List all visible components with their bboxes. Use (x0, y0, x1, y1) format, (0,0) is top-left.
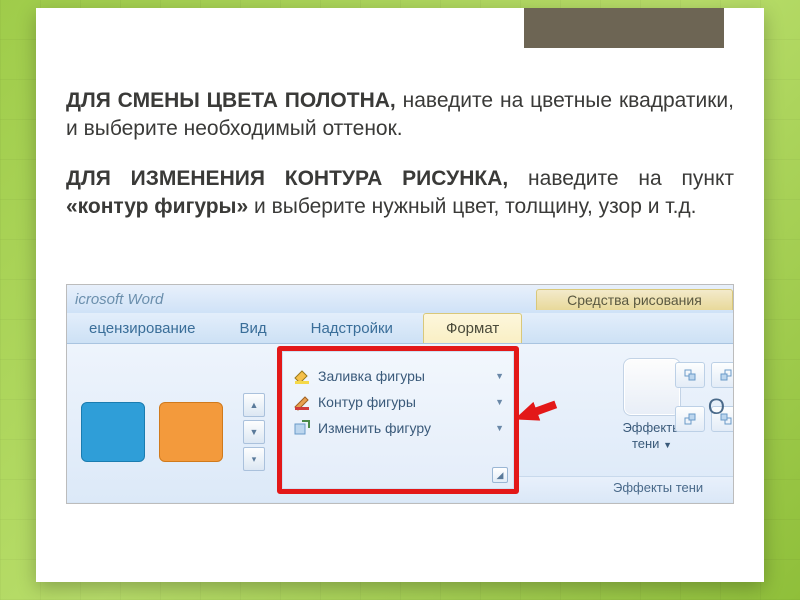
accent-bar (524, 8, 724, 48)
nudge-buttons-top (675, 362, 734, 388)
style-swatch-blue[interactable] (81, 402, 145, 462)
nudge-button[interactable] (675, 362, 705, 388)
shape-outline-label: Контур фигуры (318, 394, 416, 410)
dropdown-icon: ▼ (495, 371, 504, 381)
style-swatch-orange[interactable] (159, 402, 223, 462)
paragraph-2: ДЛЯ ИЗМЕНЕНИЯ КОНТУРА РИСУНКА, наведите … (66, 165, 734, 222)
word-ribbon-screenshot: icrosoft Word Средства рисования ецензир… (66, 284, 734, 504)
cropped-text: О (708, 394, 725, 420)
ribbon-tabs: ецензирование Вид Надстройки Формат (67, 313, 733, 344)
change-shape-button[interactable]: Изменить фигуру ▼ (290, 415, 506, 441)
title-bar: icrosoft Word Средства рисования (67, 285, 733, 313)
p2-mid2: и выберите нужный цвет, толщину, узор и … (248, 195, 696, 218)
p2-mid1: наведите на пункт (508, 167, 734, 190)
gallery-more-button[interactable]: ▾ (243, 447, 265, 471)
change-shape-label: Изменить фигуру (318, 420, 431, 436)
gallery-scroll: ▲ ▼ ▾ (243, 393, 265, 471)
shadow-effects-button[interactable] (623, 358, 681, 416)
nudge-buttons-bottom (675, 406, 734, 432)
nudge-button[interactable] (711, 362, 734, 388)
tab-view[interactable]: Вид (217, 314, 288, 343)
dialog-launcher-button[interactable]: ◢ (492, 467, 508, 483)
ribbon-body: ▲ ▼ ▾ Заливка фигуры ▼ (67, 344, 733, 502)
app-title: icrosoft Word (67, 291, 323, 308)
contextual-tab-label: Средства рисования (536, 289, 733, 310)
shape-fill-label: Заливка фигуры (318, 368, 425, 384)
slide-card: ДЛЯ СМЕНЫ ЦВЕТА ПОЛОТНА, наведите на цве… (36, 8, 764, 582)
shape-fill-button[interactable]: Заливка фигуры ▼ (290, 363, 506, 389)
nudge-button[interactable] (675, 406, 705, 432)
p2-bold2: «контур фигуры» (66, 195, 248, 218)
slide-background: ДЛЯ СМЕНЫ ЦВЕТА ПОЛОТНА, наведите на цве… (0, 0, 800, 600)
shape-menu-items: Заливка фигуры ▼ Контур фигуры ▼ (282, 351, 514, 441)
text-content: ДЛЯ СМЕНЫ ЦВЕТА ПОЛОТНА, наведите на цве… (66, 66, 734, 242)
dropdown-icon: ▼ (495, 397, 504, 407)
gallery-up-button[interactable]: ▲ (243, 393, 265, 417)
dropdown-icon: ▼ (495, 423, 504, 433)
shadow-effects-label: Эффектытени ▼ (622, 420, 681, 451)
p2-bold1: ДЛЯ ИЗМЕНЕНИЯ КОНТУРА РИСУНКА, (66, 167, 508, 190)
paragraph-1: ДЛЯ СМЕНЫ ЦВЕТА ПОЛОТНА, наведите на цве… (66, 87, 734, 144)
group-footer-label: Эффекты тени (519, 476, 733, 502)
tab-format[interactable]: Формат (423, 313, 522, 343)
shape-outline-button[interactable]: Контур фигуры ▼ (290, 389, 506, 415)
shape-styles-gallery: ▲ ▼ ▾ (67, 344, 279, 502)
tab-addins[interactable]: Надстройки (289, 314, 415, 343)
gallery-down-button[interactable]: ▼ (243, 420, 265, 444)
tab-review[interactable]: ецензирование (67, 314, 217, 343)
pencil-icon (292, 393, 312, 411)
paint-bucket-icon (292, 367, 312, 385)
shadow-effects-group: Эффектытени ▼ (567, 352, 734, 490)
p1-bold: ДЛЯ СМЕНЫ ЦВЕТА ПОЛОТНА, (66, 89, 396, 112)
highlighted-shape-menu: Заливка фигуры ▼ Контур фигуры ▼ (277, 346, 519, 494)
change-shape-icon (292, 419, 312, 437)
